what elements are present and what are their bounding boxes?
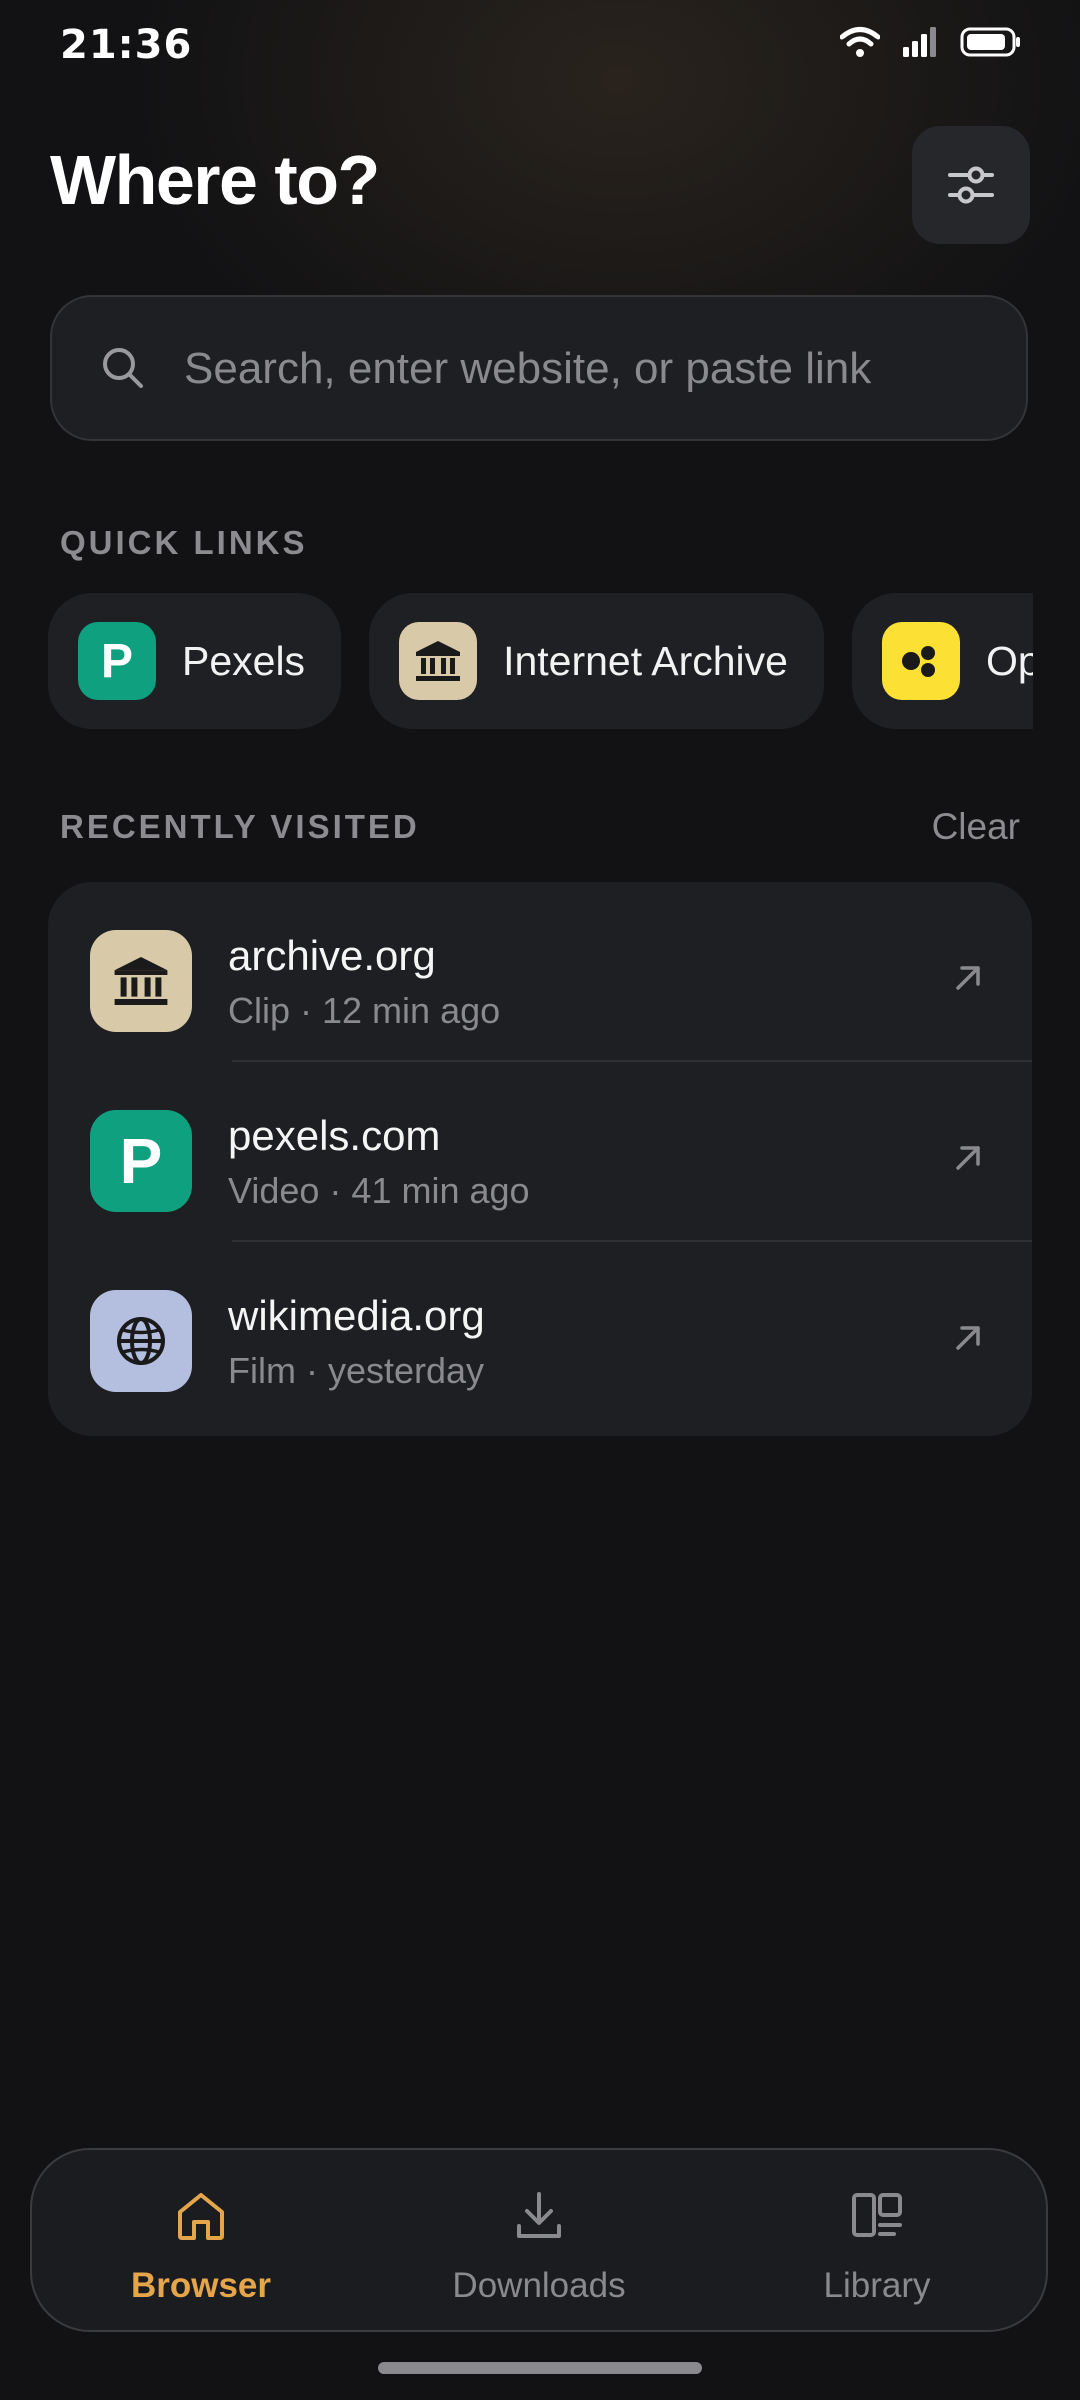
site-meta: Clip · 12 min ago	[228, 990, 501, 1031]
tab-label: Browser	[130, 2266, 272, 2305]
recent-item-pexels[interactable]: P pexels.com Video · 41 min ago	[90, 1060, 1032, 1240]
tab-label: Downloads	[452, 2266, 626, 2305]
site-meta: Video · 41 min ago	[228, 1170, 530, 1211]
quick-link-label: Internet Archive	[503, 637, 788, 684]
pexels-icon: P	[90, 1110, 192, 1212]
bottom-tab-bar: Browser Downloads Library	[30, 2148, 1048, 2332]
tab-library[interactable]: Library	[708, 2150, 1046, 2330]
status-time: 21:36	[60, 22, 193, 68]
search-bar[interactable]	[50, 295, 1028, 441]
globe-icon	[90, 1290, 192, 1392]
recent-item-wikimedia[interactable]: wikimedia.org Film · yesterday	[90, 1240, 1032, 1420]
settings-button[interactable]	[912, 126, 1030, 244]
wifi-icon	[840, 27, 880, 57]
clear-history-button[interactable]: Clear	[932, 806, 1020, 848]
recent-item-archive[interactable]: archive.org Clip · 12 min ago	[48, 882, 1032, 1060]
archive-building-icon	[399, 622, 478, 700]
openverse-icon	[881, 622, 960, 700]
status-bar: 21:36	[0, 0, 1080, 90]
site-domain: pexels.com	[228, 1112, 441, 1159]
page-title: Where to?	[50, 141, 380, 219]
download-icon	[517, 2192, 561, 2238]
pexels-icon: P	[78, 622, 156, 700]
quick-link-openverse[interactable]: Openverse	[851, 593, 1033, 729]
quick-link-internet-archive[interactable]: Internet Archive	[369, 593, 824, 729]
recent-list: archive.org Clip · 12 min ago P pexels.c…	[48, 882, 1032, 1436]
library-icon	[852, 2193, 902, 2237]
site-domain: wikimedia.org	[228, 1292, 485, 1339]
archive-building-icon	[90, 930, 192, 1032]
arrow-up-right-icon[interactable]	[950, 960, 986, 996]
status-icons	[840, 26, 1022, 58]
signal-icon	[903, 27, 936, 57]
sliders-icon	[948, 166, 994, 204]
tab-label: Library	[823, 2266, 931, 2305]
home-icon	[178, 2193, 224, 2240]
search-input[interactable]	[182, 337, 1006, 401]
quick-link-label: Openverse	[985, 637, 1033, 684]
quick-links-row[interactable]: P Pexels Internet Archive Op	[48, 593, 1033, 731]
quick-link-pexels[interactable]: P Pexels	[48, 593, 342, 729]
site-domain: archive.org	[228, 932, 436, 979]
site-meta: Film · yesterday	[228, 1350, 485, 1391]
arrow-up-right-icon[interactable]	[950, 1320, 986, 1356]
quick-link-label: Pexels	[182, 637, 306, 684]
battery-icon	[960, 27, 1020, 57]
tab-downloads[interactable]: Downloads	[370, 2150, 708, 2330]
tab-browser[interactable]: Browser	[32, 2150, 370, 2330]
arrow-up-right-icon[interactable]	[950, 1140, 986, 1176]
recently-visited-heading: RECENTLY VISITED	[60, 808, 420, 845]
home-indicator[interactable]	[378, 2362, 702, 2374]
quick-links-heading: QUICK LINKS	[60, 524, 308, 561]
search-icon	[103, 348, 143, 388]
